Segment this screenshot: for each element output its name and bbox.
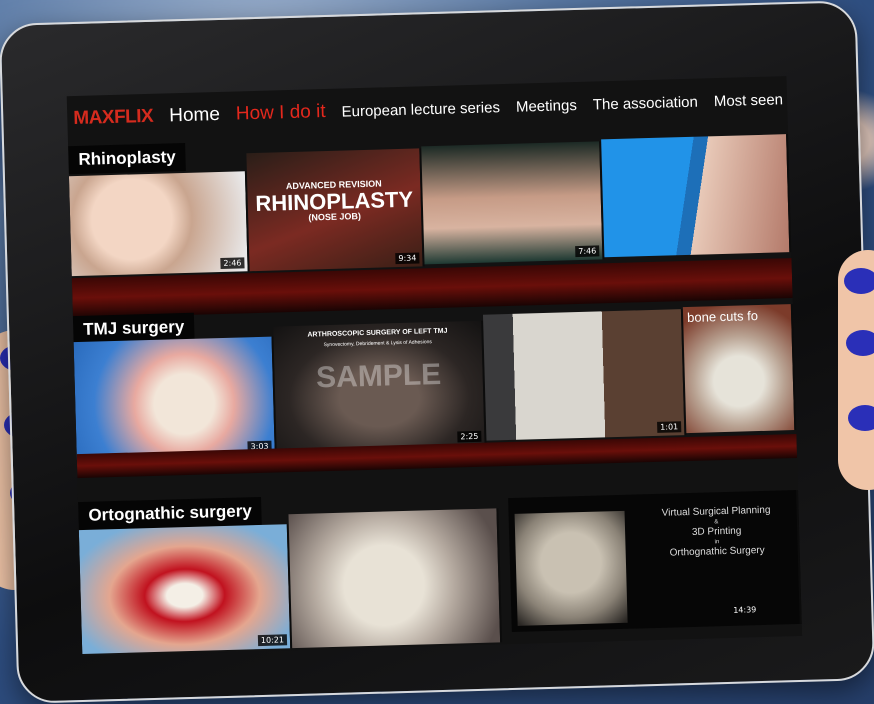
video-duration: 9:34 <box>395 252 420 265</box>
right-nail <box>846 330 874 356</box>
video-duration: 2:25 <box>457 430 482 443</box>
row-rhinoplasty: Rhinoplasty 2:46 ADVANCED REVISION RHINO… <box>68 126 793 319</box>
video-duration: 1:01 <box>657 421 682 433</box>
video-duration: 7:46 <box>575 245 600 258</box>
nav-the-association[interactable]: The association <box>593 93 698 113</box>
video-thumbnail[interactable] <box>601 134 792 258</box>
thumb-subheading: Synovectomy, Debridement & Lysis of Adhe… <box>323 339 432 349</box>
video-duration: 2:46 <box>220 257 245 270</box>
video-thumbnail[interactable] <box>288 508 503 649</box>
row-ortognathic-surgery: Ortognathic surgery 10:21 Virtual Surgic… <box>78 476 802 656</box>
video-duration: 10:21 <box>257 634 288 647</box>
right-nail <box>848 405 874 431</box>
thumb-title-block: Virtual Surgical Planning & 3D Printing … <box>638 504 794 561</box>
video-thumbnail[interactable]: 3:03 <box>73 336 277 461</box>
video-thumbnail[interactable]: Virtual Surgical Planning & 3D Printing … <box>508 489 802 633</box>
nav-european-lecture-series[interactable]: European lecture series <box>341 99 500 120</box>
nav-meetings[interactable]: Meetings <box>516 97 577 116</box>
nav-home[interactable]: Home <box>169 104 220 127</box>
video-thumbnail[interactable]: 1:01 <box>482 309 687 441</box>
video-thumbnail[interactable]: 10:21 <box>78 524 293 655</box>
video-thumbnail[interactable]: 7:46 <box>421 141 605 265</box>
tablet-screen: MAXFLIX Home How I do it European lectur… <box>66 76 803 657</box>
skull-image <box>514 510 628 626</box>
right-nail <box>844 268 874 294</box>
logo[interactable]: MAXFLIX <box>73 106 153 130</box>
thumb-heading: ARTHROSCOPIC SURGERY OF LEFT TMJ <box>307 327 448 339</box>
video-duration: 14:39 <box>733 605 757 615</box>
video-thumbnail[interactable]: 2:46 <box>68 171 250 277</box>
tablet: MAXFLIX Home How I do it European lectur… <box>0 0 874 704</box>
row-tmj-surgery: TMJ surgery 3:03 ARTHROSCOPIC SURGERY OF… <box>72 292 798 479</box>
thumb-caption: bone cuts fo <box>686 308 759 325</box>
nav-most-seen[interactable]: Most seen <box>714 91 784 110</box>
thumb-watermark: SAMPLE <box>315 357 442 395</box>
video-thumbnail[interactable]: bone cuts fo <box>682 304 797 434</box>
nav-how-i-do-it[interactable]: How I do it <box>236 101 326 125</box>
video-thumbnail[interactable]: ADVANCED REVISION RHINOPLASTY (NOSE JOB)… <box>246 148 425 272</box>
row-title: Rhinoplasty <box>68 142 187 175</box>
video-thumbnail[interactable]: ARTHROSCOPIC SURGERY OF LEFT TMJ Synovec… <box>273 320 487 451</box>
